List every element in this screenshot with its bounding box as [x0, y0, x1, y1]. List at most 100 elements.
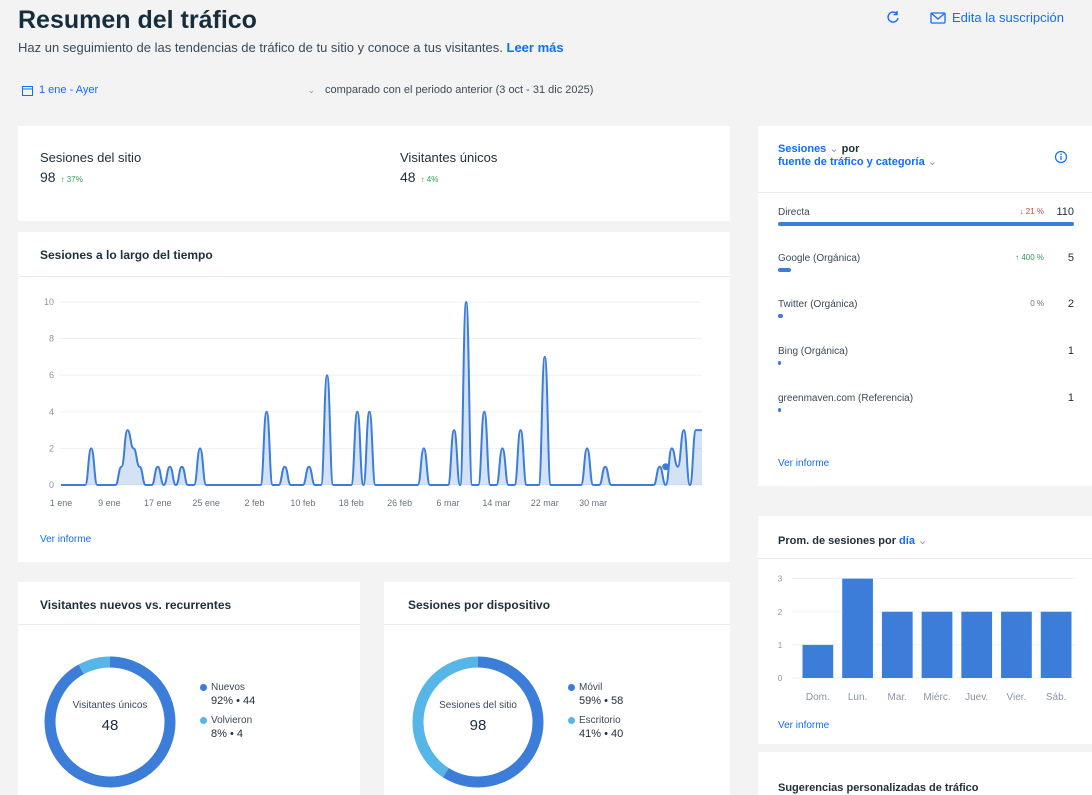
- sessions-label: Sesiones del sitio: [40, 150, 142, 165]
- x-tick-label: 10 feb: [290, 498, 315, 508]
- legend-label: Escritorio: [579, 715, 621, 726]
- source-count: 2: [1067, 298, 1074, 310]
- learn-more-link[interactable]: Leer más: [507, 40, 564, 55]
- filter-bar: 1 ene - Ayer ⌄ comparado con el periodo …: [22, 84, 593, 96]
- edit-subscription-label: Edita la suscripción: [952, 10, 1064, 25]
- donut-center: Sesiones del sitio 98: [408, 700, 548, 734]
- bar: [842, 578, 873, 678]
- y-tick-label: 0: [49, 480, 54, 490]
- x-tick-label: Vier.: [1007, 692, 1027, 703]
- y-tick-label: 0: [778, 674, 783, 683]
- sessions-trend: ↑ 37%: [60, 175, 83, 184]
- new-vs-returning-title: Visitantes nuevos vs. recurrentes: [40, 598, 232, 612]
- sessions-value: 98: [40, 169, 56, 185]
- bar: [921, 611, 953, 678]
- legend-dot: [200, 717, 207, 724]
- source-count: 5: [1067, 252, 1074, 264]
- y-tick-label: 6: [49, 370, 54, 380]
- x-tick-label: 1 ene: [50, 498, 73, 508]
- y-tick-label: 2: [778, 608, 783, 617]
- legend-item-desktop: Escritorio: [568, 715, 623, 726]
- visitors-legend: Nuevos 92% • 44 Volvieron 8% • 4: [200, 682, 255, 748]
- period-select[interactable]: día: [899, 535, 915, 547]
- date-range-select[interactable]: 1 ene - Ayer ⌄: [22, 84, 315, 96]
- daily-report-link[interactable]: Ver informe: [778, 720, 829, 731]
- timeline-title: Sesiones a lo largo del tiempo: [40, 248, 213, 262]
- divider: [18, 624, 360, 625]
- x-tick-label: 6 mar: [437, 498, 460, 508]
- x-tick-label: 17 ene: [144, 498, 172, 508]
- legend-value: 8% • 4: [211, 728, 243, 740]
- x-tick-label: 2 feb: [244, 498, 264, 508]
- source-share-bar: [778, 361, 781, 365]
- x-tick-label: 14 mar: [482, 498, 510, 508]
- comparison-text[interactable]: comparado con el periodo anterior (3 oct…: [325, 84, 593, 96]
- daily-card: Prom. de sesiones por día ⌄ 0 1 2 3 Dom. Lun.…: [758, 516, 1092, 744]
- source-change: 0 %: [1030, 299, 1044, 308]
- bar: [961, 611, 993, 678]
- suggestions-card: Sugerencias personalizadas de tráfico: [758, 752, 1092, 795]
- source-share-bar: [778, 314, 783, 318]
- sources-header: Sesiones ⌄ por fuente de tráfico y categ…: [778, 142, 937, 168]
- subtitle-text: Haz un seguimiento de las tendencias de …: [18, 40, 503, 55]
- y-tick-label: 1: [778, 641, 783, 650]
- bar: [802, 644, 834, 678]
- legend-label: Móvil: [579, 682, 603, 693]
- visitors-label: Visitantes únicos: [400, 150, 498, 165]
- x-tick-label: Dom.: [806, 692, 830, 703]
- devices-title: Sesiones por dispositivo: [408, 598, 551, 612]
- source-name: greenmaven.com (Referencia): [778, 393, 914, 404]
- timeline-report-link[interactable]: Ver informe: [40, 534, 91, 545]
- divider: [18, 276, 730, 277]
- y-tick-label: 10: [44, 297, 54, 307]
- x-tick-label: 26 feb: [387, 498, 412, 508]
- source-change: ↓ 21 %: [1019, 207, 1044, 216]
- legend-label: Volvieron: [211, 715, 253, 726]
- source-count: 1: [1067, 345, 1074, 357]
- info-icon[interactable]: [1054, 150, 1068, 164]
- dimension-select[interactable]: fuente de tráfico y categoría: [778, 156, 925, 168]
- donut-center-label: Visitantes únicos: [72, 700, 148, 711]
- sessions-line: [61, 300, 702, 487]
- suggestions-title: Sugerencias personalizadas de tráfico: [778, 782, 979, 794]
- metric-select[interactable]: Sesiones: [778, 143, 826, 155]
- source-share-bar: [778, 222, 1074, 226]
- x-tick-label: 22 mar: [531, 498, 559, 508]
- chevron-down-icon: ⌄: [829, 143, 839, 155]
- x-tick-label: 18 feb: [339, 498, 364, 508]
- edit-subscription-button[interactable]: Edita la suscripción: [930, 10, 1064, 25]
- chevron-down-icon: ⌄: [918, 535, 928, 547]
- x-tick-label: Miérc.: [923, 692, 950, 703]
- by-label: por: [841, 143, 860, 155]
- refresh-icon: [887, 11, 899, 23]
- donut-center-label: Sesiones del sitio: [439, 700, 517, 711]
- source-name: Google (Orgánica): [778, 253, 861, 264]
- sessions-timeline-chart: 0 2 4 6 8 10 1 ene 9 ene 17 ene 25 ene 2 feb 10 feb…: [44, 297, 702, 508]
- legend-value: 59% • 58: [579, 695, 624, 707]
- hover-point: [662, 463, 670, 471]
- source-count: 1: [1067, 392, 1074, 404]
- legend-item-returning: Volvieron: [200, 715, 255, 726]
- legend-value: 92% • 44: [211, 695, 256, 707]
- y-tick-label: 3: [778, 575, 783, 584]
- source-share-bar: [778, 268, 791, 272]
- x-tick-label: Mar.: [888, 692, 907, 703]
- refresh-button[interactable]: [886, 10, 900, 24]
- visitors-trend: ↑ 4%: [420, 175, 439, 184]
- daily-title-prefix: Prom. de sesiones por: [778, 535, 896, 547]
- x-tick-label: 30 mar: [579, 498, 607, 508]
- source-count: 110: [1056, 206, 1074, 218]
- legend-item-new: Nuevos: [200, 682, 255, 693]
- mail-icon: [930, 11, 946, 24]
- legend-item-mobile: Móvil: [568, 682, 623, 693]
- x-tick-label: Juev.: [965, 692, 988, 703]
- visitors-value: 48: [400, 169, 416, 185]
- sources-report-link[interactable]: Ver informe: [778, 458, 829, 469]
- x-tick-label: 9 ene: [98, 498, 121, 508]
- source-name: Twitter (Orgánica): [778, 299, 858, 310]
- visitors-stat: Visitantes únicos 48 ↑ 4%: [400, 150, 497, 185]
- donut-center: Visitantes únicos 48: [40, 700, 180, 734]
- source-share-bar: [778, 408, 781, 412]
- visitors-value-row: 48 ↑ 4%: [400, 169, 497, 185]
- donut-center-value: 98: [469, 717, 487, 734]
